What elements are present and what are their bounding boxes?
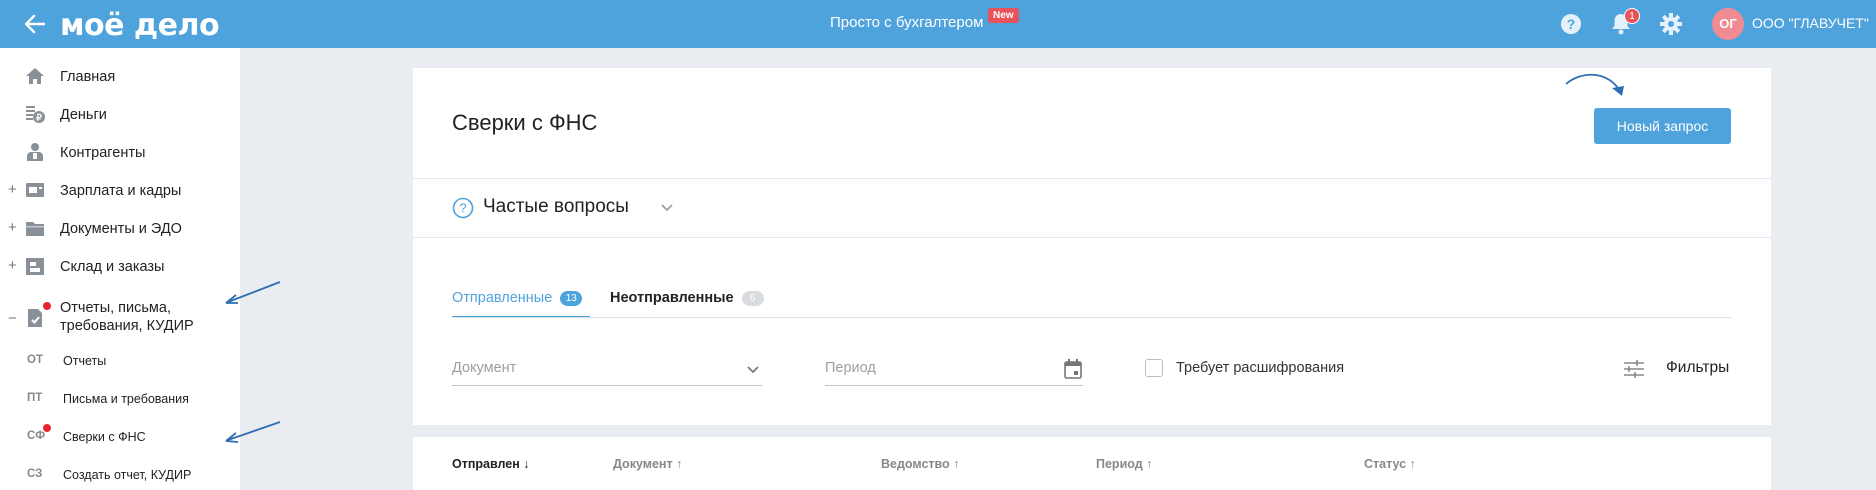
subitem-label: Сверки с ФНС <box>63 430 146 444</box>
folder-icon <box>26 222 44 236</box>
tabs-underline <box>452 317 1731 318</box>
expand-toggle[interactable]: + <box>8 257 17 274</box>
column-header-agency[interactable]: Ведомство ↑ <box>881 457 959 471</box>
sidebar-item-label: Деньги <box>60 107 107 123</box>
annotation-arrow-icon <box>225 281 281 304</box>
tab-label: Неотправленные <box>610 290 734 306</box>
warehouse-icon <box>26 258 44 275</box>
sidebar-item-label: Отчеты, письма, требования, КУДИР <box>60 300 194 334</box>
sidebar: Главная ₽ Деньги Контрагенты + Зарплата … <box>0 48 240 490</box>
expand-toggle[interactable]: + <box>8 181 17 198</box>
expand-toggle[interactable]: + <box>8 219 17 236</box>
sidebar-item-label: Контрагенты <box>60 145 146 161</box>
avatar[interactable]: ОГ <box>1712 8 1744 40</box>
needs-decryption-checkbox[interactable] <box>1145 359 1163 377</box>
subitem-abbr: СЗ <box>27 468 43 480</box>
sidebar-item-salary[interactable]: + Зарплата и кадры <box>0 174 240 206</box>
sidebar-item-reports[interactable]: − Отчеты, письма, требования, КУДИР <box>0 294 240 342</box>
subitem-label: Отчеты <box>63 354 107 368</box>
company-name[interactable]: ООО "ГЛАВУЧЕТ" <box>1752 15 1869 31</box>
calendar-icon[interactable] <box>1063 358 1083 380</box>
sliders-icon <box>1624 360 1644 378</box>
sidebar-subitem-reports[interactable]: ОТ Отчеты <box>0 346 240 376</box>
tab-count-badge: 6 <box>741 291 764 306</box>
subitem-abbr: ОТ <box>27 354 43 366</box>
subitem-label: Письма и требования <box>63 392 189 406</box>
sidebar-subitem-fns-reconciliation[interactable]: СФ Сверки с ФНС <box>0 422 240 452</box>
sidebar-item-contractors[interactable]: Контрагенты <box>0 136 240 168</box>
sidebar-item-home[interactable]: Главная <box>0 60 240 92</box>
tab-label: Отправленные <box>452 290 553 306</box>
sort-arrow-icon: ↑ <box>1409 457 1416 471</box>
top-bar: моё дело Просто с бухгалтером New ? 1 ОГ… <box>0 0 1876 48</box>
faq-label: Частые вопросы <box>483 196 629 217</box>
document-placeholder: Документ <box>452 360 517 376</box>
page-title: Сверки с ФНС <box>452 110 598 135</box>
notification-dot <box>43 302 51 310</box>
faq-toggle[interactable]: ? Частые вопросы <box>452 194 712 220</box>
home-icon <box>26 68 44 84</box>
sidebar-subitem-create-report[interactable]: СЗ Создать отчет, КУДИР <box>0 460 240 490</box>
back-arrow-icon[interactable] <box>22 11 48 37</box>
salary-icon <box>26 183 44 197</box>
sidebar-item-label: Зарплата и кадры <box>60 183 182 199</box>
divider <box>413 237 1771 238</box>
sidebar-subitem-letters[interactable]: ПТ Письма и требования <box>0 384 240 414</box>
subitem-abbr: СФ <box>27 430 46 442</box>
promo-new-badge: New <box>988 8 1019 23</box>
sidebar-item-warehouse[interactable]: + Склад и заказы <box>0 250 240 282</box>
sort-arrow-icon: ↑ <box>1146 457 1153 471</box>
filters-label: Фильтры <box>1666 359 1730 376</box>
sidebar-item-label: Склад и заказы <box>60 259 165 275</box>
sort-arrow-icon: ↑ <box>953 457 960 471</box>
subitem-abbr: ПТ <box>27 392 43 404</box>
column-label: Период <box>1096 457 1143 471</box>
chevron-down-icon <box>661 204 673 212</box>
annotation-arrow-icon <box>225 421 281 443</box>
chevron-down-icon <box>747 366 759 374</box>
collapse-toggle[interactable]: − <box>8 310 17 327</box>
subitem-label: Создать отчет, КУДИР <box>63 468 192 482</box>
help-icon[interactable]: ? <box>1558 11 1584 37</box>
divider <box>413 178 1771 179</box>
column-label: Статус <box>1364 457 1407 471</box>
column-label: Документ <box>613 457 673 471</box>
svg-text:?: ? <box>1567 16 1576 32</box>
annotation-arrow-icon <box>1565 73 1624 96</box>
column-header-status[interactable]: Статус ↑ <box>1364 457 1416 471</box>
svg-text:₽: ₽ <box>36 113 42 123</box>
new-request-button[interactable]: Новый запрос <box>1594 108 1731 144</box>
report-icon <box>28 309 42 327</box>
promo-link[interactable]: Просто с бухгалтером <box>830 14 983 31</box>
svg-text:?: ? <box>459 201 466 216</box>
column-label: Ведомство <box>881 457 950 471</box>
needs-decryption-label: Требует расшифрования <box>1176 360 1345 376</box>
gear-icon[interactable] <box>1658 11 1684 37</box>
notification-count-badge: 1 <box>1624 8 1640 24</box>
column-header-document[interactable]: Документ ↑ <box>613 457 682 471</box>
column-label: Отправлен <box>452 457 520 471</box>
period-input[interactable]: Период <box>825 356 1083 386</box>
logo[interactable]: моё дело <box>60 8 220 43</box>
money-icon: ₽ <box>26 106 45 123</box>
sidebar-item-documents[interactable]: + Документы и ЭДО <box>0 212 240 244</box>
filters-button[interactable]: Фильтры <box>1622 354 1738 382</box>
sidebar-item-label: Главная <box>60 69 116 85</box>
question-circle-icon: ? <box>452 197 474 219</box>
column-header-period[interactable]: Период ↑ <box>1096 457 1152 471</box>
tab-count-badge: 13 <box>560 291 583 306</box>
sort-arrow-icon: ↓ <box>523 457 530 471</box>
sort-arrow-icon: ↑ <box>676 457 683 471</box>
contractors-icon <box>27 143 43 161</box>
document-select[interactable]: Документ <box>452 356 762 386</box>
tab-unsent[interactable]: Неотправленные 6 <box>610 290 764 320</box>
sidebar-item-money[interactable]: ₽ Деньги <box>0 98 240 130</box>
column-header-sent[interactable]: Отправлен ↓ <box>452 457 530 471</box>
period-placeholder: Период <box>825 360 876 376</box>
sidebar-item-label: Документы и ЭДО <box>60 221 182 237</box>
notification-dot <box>43 424 51 432</box>
